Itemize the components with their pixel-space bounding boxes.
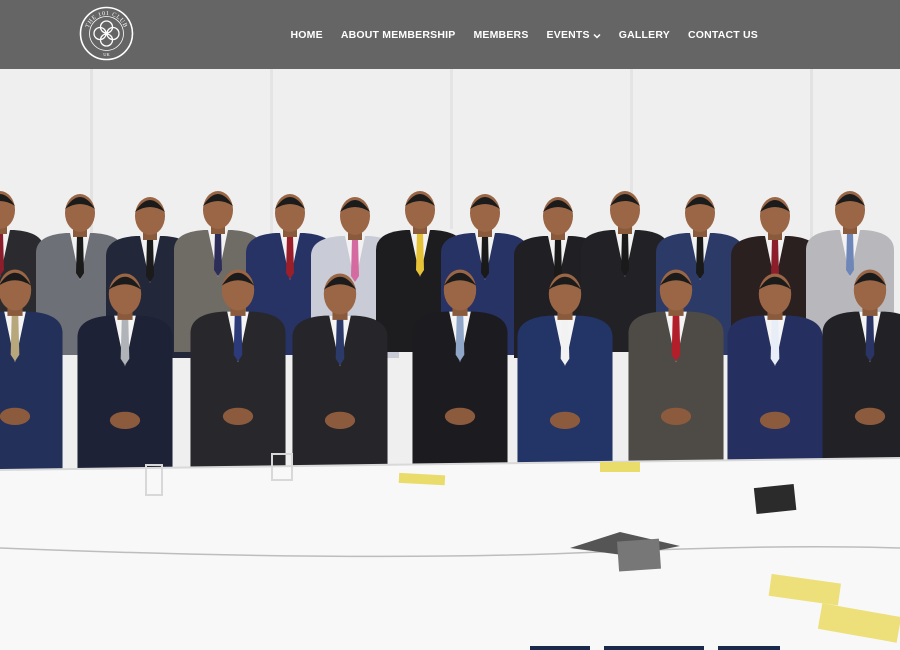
hero-image xyxy=(0,0,900,650)
nav-members-label: MEMBERS xyxy=(473,28,529,41)
nav-about-label: ABOUT MEMBERSHIP xyxy=(340,28,456,41)
chevron-down-icon xyxy=(593,31,601,39)
club-logo-icon[interactable]: THE 101 CLUB UK xyxy=(79,6,134,61)
top-navbar: THE 101 CLUB UK HOME ABOUT MEMBERSHIP ME… xyxy=(0,0,900,69)
nav-members[interactable]: MEMBERS xyxy=(473,29,528,41)
logo-bottom-text: UK xyxy=(103,52,110,57)
nav-gallery-label: GALLERY xyxy=(618,28,670,41)
nav-gallery[interactable]: GALLERY xyxy=(619,29,670,41)
nav-home[interactable]: HOME xyxy=(291,29,323,41)
group-photo xyxy=(0,69,900,650)
logo-top-text: THE 101 CLUB xyxy=(85,11,127,29)
nav-about-membership[interactable]: ABOUT MEMBERSHIP xyxy=(341,29,456,41)
main-menu: HOME ABOUT MEMBERSHIP MEMBERS EVENTS GAL… xyxy=(273,0,758,69)
svg-text:THE 101 CLUB: THE 101 CLUB xyxy=(85,11,128,29)
nav-home-label: HOME xyxy=(290,28,323,41)
nav-contact-label: CONTACT US xyxy=(687,28,758,41)
nav-events[interactable]: EVENTS xyxy=(547,29,601,41)
nav-contact-us[interactable]: CONTACT US xyxy=(688,29,758,41)
nav-events-label: EVENTS xyxy=(546,28,590,41)
